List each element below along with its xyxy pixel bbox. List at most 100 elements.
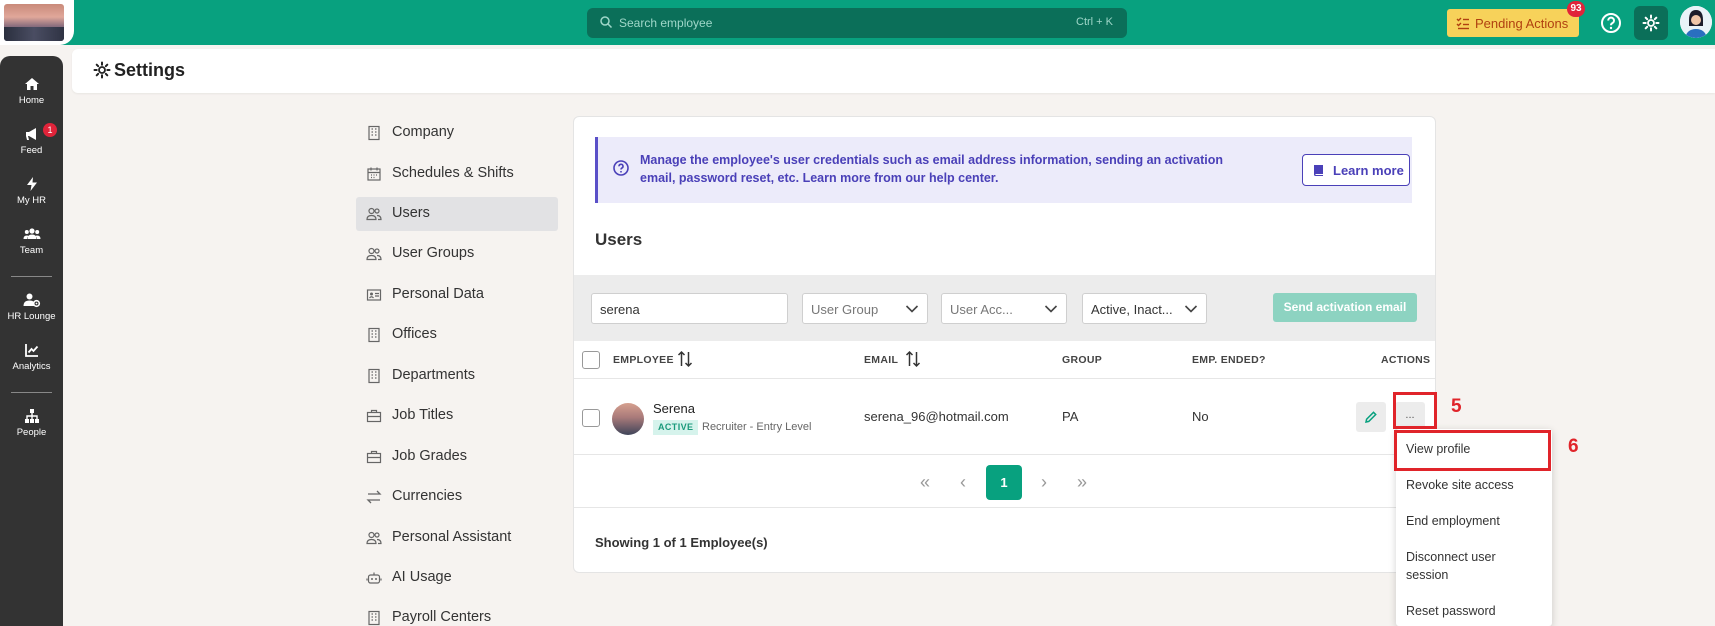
reset-password-menu-item[interactable]: Reset password (1406, 602, 1546, 620)
settings-menu-personal-data[interactable]: Personal Data (356, 278, 558, 312)
users-icon (366, 207, 382, 221)
user-access-value: User Acc... (950, 302, 1013, 317)
settings-menu-job-titles[interactable]: Job Titles (356, 399, 558, 433)
nav-feed[interactable]: Feed 1 (0, 123, 63, 172)
settings-menu-payroll-centers[interactable]: Payroll Centers (356, 601, 558, 626)
column-actions: ACTIONS (1381, 354, 1431, 366)
next-page-button[interactable]: › (1041, 472, 1047, 493)
status-value: Active, Inact... (1091, 302, 1173, 317)
employee-role: Recruiter - Entry Level (702, 421, 812, 433)
nav-label: Analytics (12, 361, 51, 372)
settings-menu-label: Users (392, 205, 430, 221)
user-group-value: User Group (811, 302, 879, 317)
prev-page-button[interactable]: ‹ (960, 472, 966, 493)
status-badge: ACTIVE (653, 420, 699, 435)
settings-menu-users[interactable]: Users (356, 197, 558, 231)
chevron-down-icon (905, 305, 919, 313)
edit-button[interactable] (1356, 402, 1386, 432)
select-all-checkbox[interactable] (582, 351, 600, 369)
nav-home[interactable]: Home (0, 76, 63, 122)
megaphone-icon (25, 128, 36, 140)
nav-label: Home (18, 95, 45, 106)
column-emp-ended: EMP. ENDED? (1192, 354, 1266, 366)
users-title: Users (595, 230, 643, 249)
settings-menu-company[interactable]: Company (356, 116, 558, 150)
settings-menu-personal-assistant[interactable]: Personal Assistant (356, 521, 558, 555)
revoke-site-access-menu-item[interactable]: Revoke site access (1406, 476, 1546, 494)
book-icon (1314, 165, 1323, 176)
row-checkbox[interactable] (582, 409, 600, 427)
nav-my-hr[interactable]: My HR (0, 176, 63, 222)
exchange-icon (366, 490, 382, 504)
sort-icon[interactable] (677, 350, 693, 368)
org-chart-icon (24, 409, 39, 423)
page-title: Settings (114, 60, 186, 80)
nav-analytics[interactable]: Analytics (0, 342, 63, 388)
building-icon (368, 368, 380, 384)
users-icon (366, 531, 382, 545)
settings-header: Settings (72, 49, 1715, 93)
briefcase-icon (366, 409, 382, 423)
settings-menu-offices[interactable]: Offices (356, 318, 558, 352)
sort-icon[interactable] (905, 350, 921, 368)
search-shortcut: Ctrl + K (1076, 16, 1113, 28)
search-employee-input[interactable]: Search employee Ctrl + K (587, 8, 1127, 38)
end-employment-menu-item[interactable]: End employment (1406, 512, 1546, 530)
table-row[interactable]: Serena ACTIVE Recruiter - Entry Level se… (574, 380, 1435, 455)
employee-email: serena_96@hotmail.com (864, 409, 1009, 424)
avatar (612, 403, 644, 435)
settings-button[interactable] (1634, 6, 1668, 40)
search-value: serena (600, 302, 640, 317)
column-email[interactable]: EMAIL (864, 354, 898, 366)
status-select[interactable]: Active, Inact... (1082, 293, 1207, 324)
company-logo[interactable] (0, 0, 74, 45)
chart-icon (24, 344, 38, 357)
building-icon (368, 610, 380, 626)
main-sidebar: Home Feed 1 My HR Team HR Lounge Analyti… (0, 56, 63, 626)
send-activation-email-button[interactable]: Send activation email (1273, 293, 1417, 322)
column-employee[interactable]: EMPLOYEE (613, 354, 674, 366)
nav-label: Team (19, 245, 44, 256)
settings-menu-job-grades[interactable]: Job Grades (356, 440, 558, 474)
chevron-down-icon (1044, 305, 1058, 313)
settings-menu-currencies[interactable]: Currencies (356, 480, 558, 514)
first-page-button[interactable]: « (920, 472, 930, 493)
user-avatar[interactable] (1680, 6, 1712, 38)
robot-icon (366, 572, 382, 584)
nav-people[interactable]: People (0, 408, 63, 454)
search-placeholder: Search employee (619, 16, 713, 30)
users-card: Manage the employee's user credentials s… (573, 116, 1436, 573)
pending-actions-button[interactable]: Pending Actions 93 (1447, 1, 1585, 37)
settings-menu-label: Company (392, 124, 455, 140)
settings-menu-ai-usage[interactable]: AI Usage (356, 561, 558, 595)
nav-team[interactable]: Team (0, 226, 63, 272)
help-icon[interactable] (1598, 10, 1624, 36)
annotation-box-5 (1393, 392, 1437, 429)
user-search-input[interactable]: serena (591, 293, 788, 324)
settings-menu-label: User Groups (392, 245, 475, 261)
top-bar: Search employee Ctrl + K Pending Actions… (0, 0, 1715, 45)
info-banner: Manage the employee's user credentials s… (595, 137, 1412, 203)
help-circle-icon (613, 160, 629, 176)
settings-menu-departments[interactable]: Departments (356, 359, 558, 393)
settings-menu-label: Departments (392, 367, 476, 383)
employee-group: PA (1062, 409, 1079, 424)
pending-actions-label: Pending Actions (1475, 16, 1569, 31)
settings-menu-user-groups[interactable]: User Groups (356, 237, 558, 271)
feed-badge: 1 (43, 123, 57, 137)
last-page-button[interactable]: » (1077, 472, 1087, 493)
pagination: « ‹ 1 › » (574, 456, 1435, 508)
employee-name[interactable]: Serena (653, 401, 695, 416)
settings-menu-label: Currencies (392, 488, 463, 504)
disconnect-session-menu-item[interactable]: Disconnect user session (1406, 548, 1516, 584)
briefcase-icon (366, 450, 382, 464)
settings-menu-schedules[interactable]: Schedules & Shifts (356, 157, 558, 191)
building-icon (368, 327, 380, 343)
nav-hr-lounge[interactable]: HR Lounge (0, 292, 63, 338)
learn-more-button[interactable]: Learn more (1302, 154, 1410, 186)
nav-label: My HR (16, 195, 47, 206)
pencil-icon (1365, 411, 1377, 423)
user-group-select[interactable]: User Group (802, 293, 928, 324)
user-access-select[interactable]: User Acc... (941, 293, 1067, 324)
page-1-button[interactable]: 1 (986, 465, 1022, 500)
